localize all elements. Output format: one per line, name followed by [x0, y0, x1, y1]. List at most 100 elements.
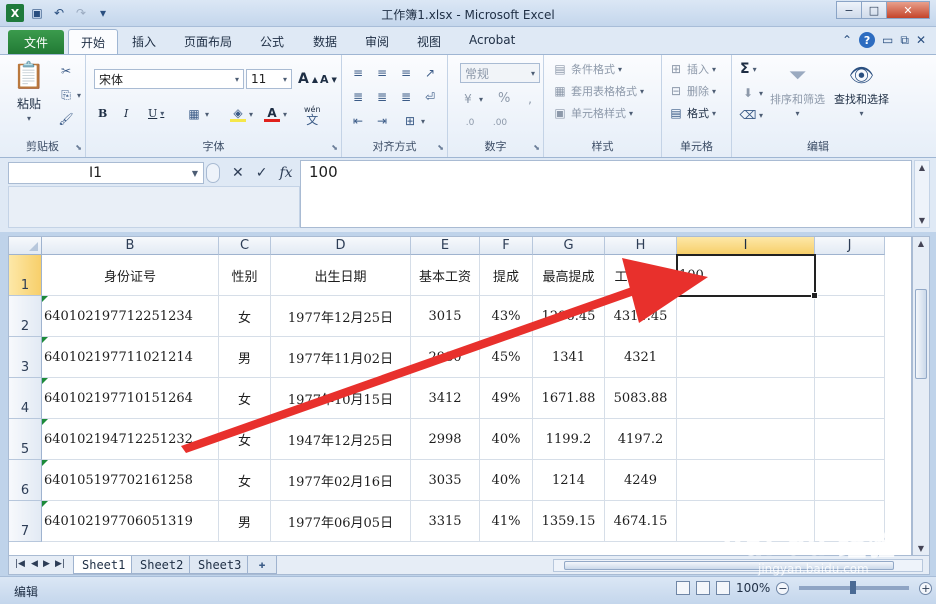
tab-review[interactable]: 审阅	[365, 33, 389, 50]
cell-j5[interactable]	[815, 419, 885, 460]
decrease-decimal-button[interactable]: .00	[492, 115, 508, 131]
tab-acrobat[interactable]: Acrobat	[469, 33, 515, 47]
cell-g6[interactable]: 1214	[533, 460, 605, 501]
horizontal-scroll-thumb[interactable]	[564, 561, 894, 570]
cell-j6[interactable]	[815, 460, 885, 501]
row-header-6[interactable]: 6	[9, 460, 42, 501]
font-color-button[interactable]: A ▾	[264, 106, 287, 122]
fill-button[interactable]: ⬇ ▾	[740, 85, 763, 101]
next-sheet-icon[interactable]: ▶	[43, 559, 50, 569]
borders-button[interactable]: ▦ ▾	[186, 106, 209, 122]
formula-scrollbar[interactable]: ▲ ▼	[914, 160, 930, 228]
column-header-f[interactable]: F	[480, 237, 533, 255]
cell-b5[interactable]: 640102194712251232	[42, 419, 219, 460]
prev-sheet-icon[interactable]: ◀	[31, 559, 38, 569]
page-break-view-icon[interactable]	[716, 581, 730, 595]
cell-e2[interactable]: 3015	[411, 296, 480, 337]
cell-j3[interactable]	[815, 337, 885, 378]
worksheet-grid[interactable]: BCDEFGHIJ 1234567 身份证号 性别 出生日期 基本工资 提成 最高提成 工资…	[8, 236, 912, 556]
row-header-7[interactable]: 7	[9, 501, 42, 542]
scroll-down-icon[interactable]: ▼	[915, 544, 927, 553]
row-header-2[interactable]: 2	[9, 296, 42, 337]
vertical-scrollbar[interactable]: ▲ ▼	[912, 236, 930, 556]
cell-g3[interactable]: 1341	[533, 337, 605, 378]
column-header-h[interactable]: H	[605, 237, 677, 255]
cell-h6[interactable]: 4249	[605, 460, 677, 501]
cell-b7[interactable]: 640102197706051319	[42, 501, 219, 542]
format-painter-button[interactable]: 🖌	[58, 111, 74, 127]
normal-view-icon[interactable]	[676, 581, 690, 595]
first-sheet-icon[interactable]: |◀	[15, 559, 25, 569]
sheet-tab-sheet2[interactable]: Sheet2	[131, 556, 193, 574]
maximize-button[interactable]: □	[861, 1, 887, 19]
decrease-indent-button[interactable]: ⇤	[350, 113, 366, 129]
cell-j4[interactable]	[815, 378, 885, 419]
cell-c1[interactable]: 性别	[219, 255, 271, 296]
dialog-launcher-icon[interactable]: ⬊	[331, 143, 338, 152]
cell-e6[interactable]: 3035	[411, 460, 480, 501]
horizontal-scrollbar[interactable]	[553, 559, 923, 572]
insert-sheet-button[interactable]: ✚	[247, 556, 277, 574]
cell-i5[interactable]	[677, 419, 815, 460]
cell-d5[interactable]: 1947年12月25日	[271, 419, 411, 460]
cell-i2[interactable]	[677, 296, 815, 337]
zoom-level[interactable]: 100%	[736, 581, 770, 595]
cell-f1[interactable]: 提成	[480, 255, 533, 296]
column-header-d[interactable]: D	[271, 237, 411, 255]
font-name-select[interactable]: 宋体 ▾	[94, 69, 244, 89]
row-header-1[interactable]: 1	[9, 255, 42, 296]
name-box[interactable]: I1 ▼	[8, 162, 204, 184]
column-header-g[interactable]: G	[533, 237, 605, 255]
zoom-slider[interactable]	[799, 581, 910, 594]
insert-cells-button[interactable]: ⊞ 插入 ▾	[668, 61, 716, 77]
zoom-in-icon[interactable]: +	[919, 581, 933, 595]
scroll-up-icon[interactable]: ▲	[919, 163, 925, 172]
cell-d4[interactable]: 1977年10月15日	[271, 378, 411, 419]
cell-g7[interactable]: 1359.15	[533, 501, 605, 542]
align-middle-button[interactable]: ≡	[374, 65, 390, 81]
conditional-format-button[interactable]: ▤ 条件格式 ▾	[552, 61, 622, 77]
increase-decimal-button[interactable]: .0	[462, 115, 478, 131]
autosum-button[interactable]: Σ ▾	[740, 61, 757, 77]
cell-h4[interactable]: 5083.88	[605, 378, 677, 419]
merge-center-button[interactable]: ⊞ ▾	[402, 113, 425, 129]
cell-f7[interactable]: 41%	[480, 501, 533, 542]
dialog-launcher-icon[interactable]: ⬊	[437, 143, 444, 152]
cell-g5[interactable]: 1199.2	[533, 419, 605, 460]
last-sheet-icon[interactable]: ▶|	[55, 559, 65, 569]
paste-button[interactable]: 📋 粘贴 ▾	[13, 59, 45, 123]
dialog-launcher-icon[interactable]: ⬊	[533, 143, 540, 152]
cancel-icon[interactable]: ✕	[232, 165, 244, 181]
cell-h2[interactable]: 4311.45	[605, 296, 677, 337]
dialog-launcher-icon[interactable]: ⬊	[75, 143, 82, 152]
align-bottom-button[interactable]: ≡	[398, 65, 414, 81]
cut-button[interactable]: ✂	[58, 63, 74, 79]
row-header-3[interactable]: 3	[9, 337, 42, 378]
sheet-tab-sheet3[interactable]: Sheet3	[189, 556, 251, 574]
cell-j2[interactable]	[815, 296, 885, 337]
align-left-button[interactable]: ≣	[350, 89, 366, 105]
zoom-out-icon[interactable]: −	[776, 581, 790, 595]
find-select-button[interactable]: 👁 查找和选择 ▾	[834, 61, 889, 118]
align-center-button[interactable]: ≣	[374, 89, 390, 105]
cell-c7[interactable]: 男	[219, 501, 271, 542]
column-header-i[interactable]: I	[677, 237, 815, 255]
cell-h7[interactable]: 4674.15	[605, 501, 677, 542]
tab-page-layout[interactable]: 页面布局	[184, 33, 232, 50]
align-right-button[interactable]: ≣	[398, 89, 414, 105]
cell-b3[interactable]: 640102197711021214	[42, 337, 219, 378]
sheet-tab-sheet1[interactable]: Sheet1	[73, 556, 135, 574]
cell-c6[interactable]: 女	[219, 460, 271, 501]
cell-f4[interactable]: 49%	[480, 378, 533, 419]
cell-g1[interactable]: 最高提成	[533, 255, 605, 296]
column-header-j[interactable]: J	[815, 237, 885, 255]
italic-button[interactable]: I	[124, 107, 128, 120]
cell-d2[interactable]: 1977年12月25日	[271, 296, 411, 337]
enter-icon[interactable]: ✓	[256, 165, 268, 181]
sort-filter-button[interactable]: ⏷ 排序和筛选 ▾	[770, 61, 825, 119]
column-header-c[interactable]: C	[219, 237, 271, 255]
row-header-5[interactable]: 5	[9, 419, 42, 460]
format-cells-button[interactable]: ▤ 格式 ▾	[668, 105, 716, 121]
cell-d1[interactable]: 出生日期	[271, 255, 411, 296]
cell-b6[interactable]: 640105197702161258	[42, 460, 219, 501]
